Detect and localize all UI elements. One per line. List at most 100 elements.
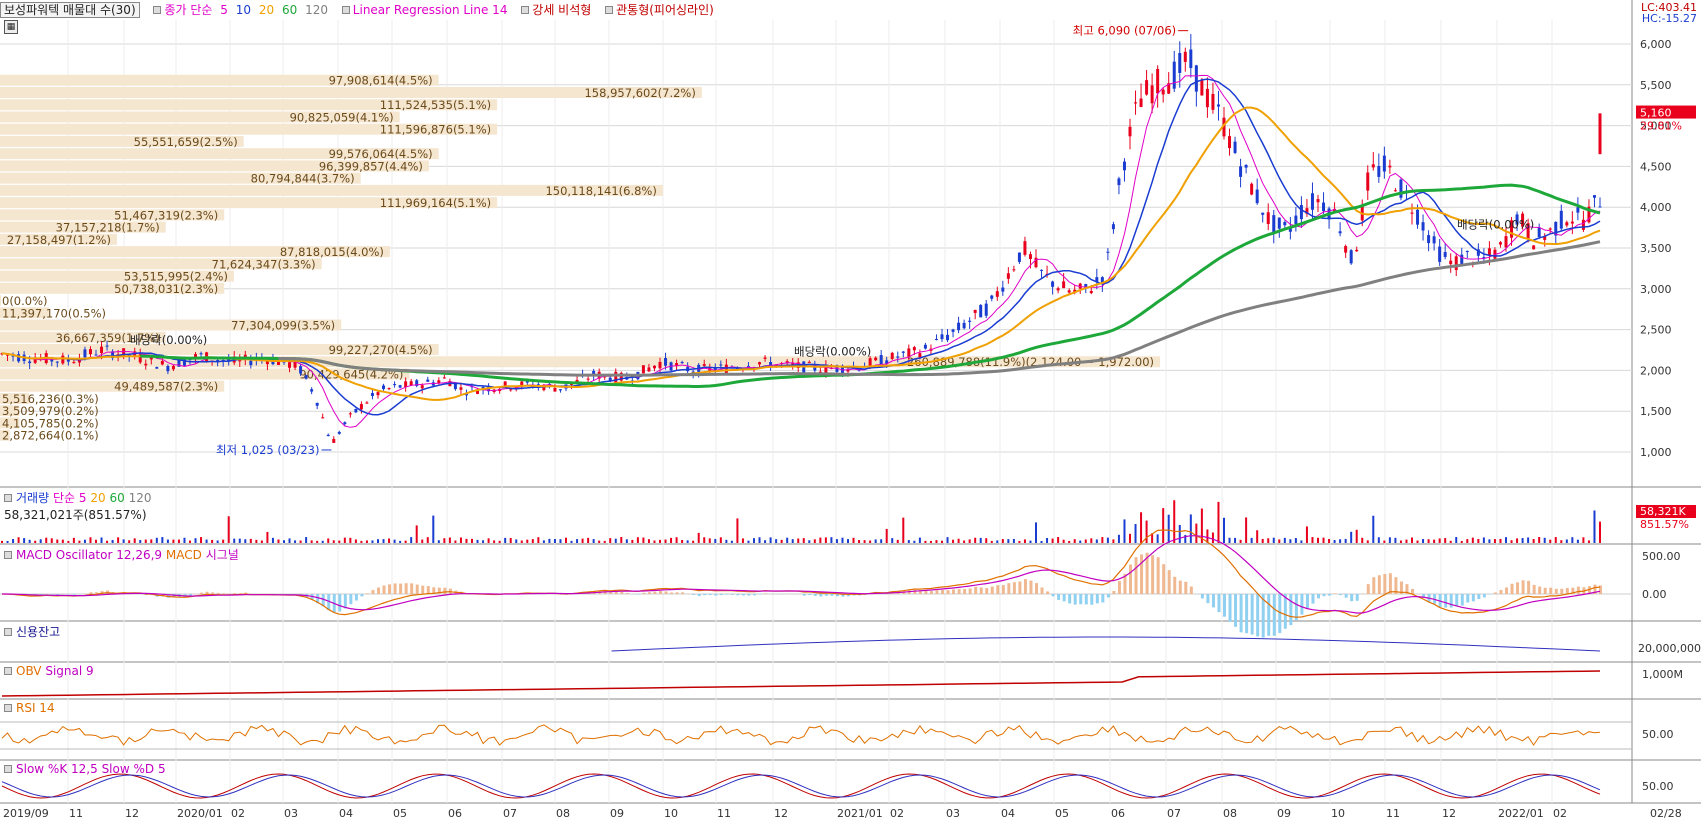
volume-bar	[305, 537, 308, 543]
candle-body	[641, 365, 645, 374]
volume-bar	[288, 538, 291, 543]
volume-bar	[1532, 539, 1535, 543]
volume-bar	[1267, 538, 1270, 543]
volume-bar	[929, 540, 932, 543]
volume-bar	[1477, 538, 1480, 543]
volume-bar	[570, 540, 573, 543]
candle-body	[1205, 88, 1209, 108]
time-tick-label: 02	[1553, 807, 1567, 820]
macd-osc-bar	[1516, 582, 1520, 594]
volume-bar	[299, 540, 302, 543]
volume-bar	[95, 539, 97, 543]
candle-body	[1012, 269, 1016, 271]
macd-osc-bar	[1023, 579, 1027, 594]
macd-osc-bar	[233, 593, 237, 594]
volume-ma-label: 단순	[52, 491, 76, 505]
credit-tick: 20,000,000	[1638, 642, 1701, 655]
candle-body	[664, 358, 668, 366]
time-tick-label: 07	[1167, 807, 1181, 820]
macd-osc-bar	[697, 594, 701, 597]
candle-body	[1089, 290, 1093, 294]
rsi-toggle-icon[interactable]	[4, 704, 12, 712]
candle-body	[1062, 281, 1066, 289]
volume-bar	[664, 539, 667, 543]
macd-osc-bar	[205, 591, 209, 594]
stoch-panel-title: Slow %K 12,5 Slow %D 5	[2, 762, 166, 776]
volume-bar	[675, 537, 678, 543]
candle-body	[984, 303, 988, 316]
volume-bar	[437, 540, 440, 543]
price-tick-label: 4,500	[1640, 160, 1672, 173]
macd-osc-bar	[1549, 587, 1553, 594]
macd-osc-bar	[1383, 574, 1387, 594]
time-tick-label: 06	[1111, 807, 1125, 820]
candle-body	[1189, 49, 1193, 69]
volume-bar	[1549, 539, 1552, 543]
volume-bar	[1333, 540, 1336, 543]
pattern2-toggle-icon[interactable]	[605, 6, 614, 14]
volume-bar	[985, 538, 988, 543]
volume-bar	[155, 537, 158, 543]
volume-bar	[941, 540, 943, 543]
credit-toggle-icon[interactable]	[4, 628, 12, 636]
macd-toggle-icon[interactable]	[4, 551, 12, 559]
macd-osc-bar	[802, 594, 806, 596]
lr-toggle-icon[interactable]	[341, 6, 350, 14]
macd-osc-bar	[1283, 594, 1287, 629]
stoch-toggle-icon[interactable]	[4, 765, 12, 773]
volume-bar	[498, 540, 501, 543]
candle-body	[1128, 126, 1132, 137]
volume-bar	[1272, 537, 1275, 543]
volume-bar	[576, 539, 579, 543]
volume-bar	[957, 538, 960, 543]
volume-bar	[913, 540, 916, 543]
volume-bar	[1057, 537, 1060, 543]
volume-bar	[150, 539, 153, 543]
macd-osc-bar	[1029, 580, 1033, 594]
candle-body	[1310, 193, 1314, 210]
ma-toggle-icon[interactable]	[153, 6, 162, 14]
candle-body	[144, 363, 148, 366]
price-tick-label: 5,500	[1640, 79, 1672, 92]
candle-body	[1565, 222, 1569, 226]
chart-canvas[interactable]: 1,000 1,500 2,000 2,500 3,000 3,500 4,000 4,500…	[0, 0, 1701, 822]
volume-bar	[177, 539, 180, 543]
volume-bar	[404, 540, 407, 543]
macd-osc-bar	[681, 592, 685, 594]
volume-toggle-icon[interactable]	[4, 494, 12, 502]
macd-osc-bar	[404, 583, 408, 594]
ma-period-10: 10	[235, 3, 252, 17]
volume-bar	[1576, 539, 1579, 543]
candle-body	[912, 347, 916, 351]
obv-toggle-icon[interactable]	[4, 667, 12, 675]
volume-bar	[1090, 538, 1093, 543]
ma-period-20: 20	[258, 3, 275, 17]
macd-osc-bar	[1267, 594, 1271, 636]
volume-bar	[692, 540, 695, 543]
candle-body	[1570, 221, 1574, 224]
time-tick-label: 03	[946, 807, 960, 820]
volume-bar	[659, 539, 661, 543]
volume-bar	[448, 537, 451, 543]
pattern1-toggle-icon[interactable]	[521, 6, 530, 14]
candle-body	[1399, 179, 1403, 198]
volume-bar	[681, 539, 684, 543]
macd-osc-bar	[1073, 594, 1077, 605]
volume-bar	[1156, 534, 1159, 543]
macd-osc-bar	[968, 588, 972, 594]
volume-bar	[592, 539, 595, 543]
volume-bar	[393, 539, 396, 543]
volume-bar	[56, 539, 59, 543]
macd-osc-bar	[377, 587, 380, 594]
candle-body	[420, 385, 424, 389]
macd-osc-bar	[1477, 594, 1481, 600]
volume-bar	[1427, 539, 1430, 543]
candle-body	[1454, 256, 1458, 271]
calculator-icon[interactable]: ▦	[4, 20, 18, 34]
candle-body	[890, 352, 894, 359]
volume-bar	[122, 539, 125, 543]
main-indicator-label[interactable]: 보성파워텍 매물대 수(30)	[0, 2, 140, 18]
macd-osc-bar	[1554, 588, 1558, 594]
macd-osc-bar	[620, 591, 624, 594]
volume-bar	[271, 537, 274, 543]
